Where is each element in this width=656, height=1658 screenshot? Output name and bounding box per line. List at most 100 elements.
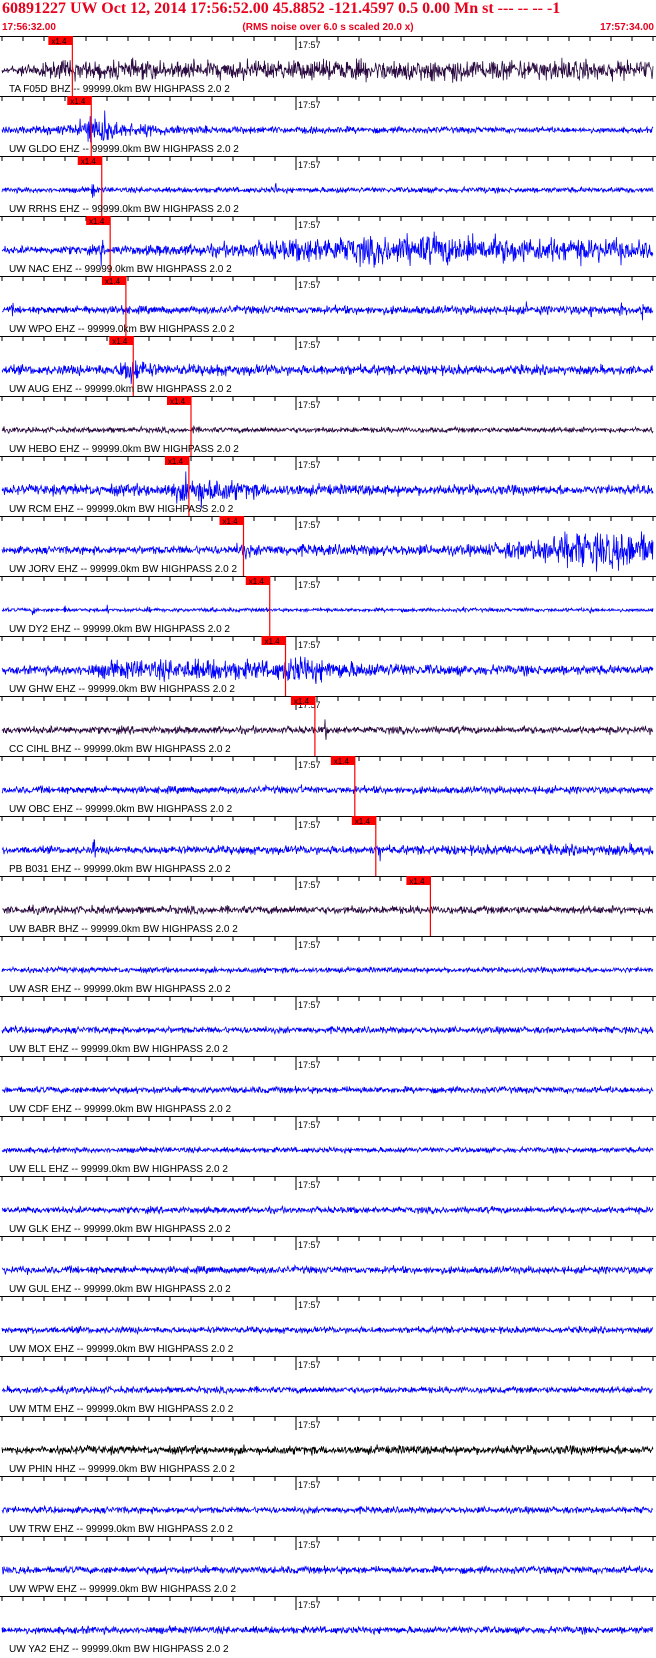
- waveform: [1, 301, 654, 321]
- trace-14: 17:57 x1.4 UW BABR BHZ -- 99999.0km BW HIG…: [0, 876, 656, 936]
- station-label: UW CDF EHZ -- 99999.0km BW HIGHPASS 2.0 …: [9, 1104, 232, 1115]
- trace-13: 17:57 x1.4 PB B031 EHZ -- 99999.0km BW HIG…: [0, 816, 656, 876]
- trace-19: 17:57 UW GLK EHZ -- 99999.0km BW HIGHPASS…: [0, 1176, 656, 1235]
- waveform: [1, 1624, 654, 1636]
- station-label: UW PHIN HHZ -- 99999.0km BW HIGHPASS 2.0…: [9, 1464, 235, 1475]
- trace-11: 17:57x1.4CC CIHL BHZ -- 99999.0km BW HIG…: [0, 696, 656, 756]
- station-label: UW OBC EHZ -- 99999.0km BW HIGHPASS 2.0 …: [9, 804, 233, 815]
- pick-label: x1.4: [409, 877, 425, 886]
- station-label: UW WPW EHZ -- 99999.0km BW HIGHPASS 2.0 …: [9, 1584, 237, 1595]
- trace-6: 17:57 x1.4 UW HEBO EHZ -- 99999.0km BW HIG…: [0, 396, 656, 456]
- pick-label: x1.4: [51, 37, 67, 46]
- trace-2: 17:57 x1.4 UW RRHS EHZ -- 99999.0km BW HIG…: [0, 156, 656, 216]
- station-label: CC CIHL BHZ -- 99999.0km BW HIGHPASS 2.0…: [9, 744, 231, 755]
- waveform: [1, 1264, 654, 1276]
- trace-3: 17:57 x1.4 UW NAC EHZ -- 99999.0km BW HIGH…: [0, 216, 656, 276]
- trace-26: 17:57 UW YA2 EHZ -- 99999.0km BW HIGHPASS…: [0, 1596, 656, 1655]
- station-label: UW DY2 EHZ -- 99999.0km BW HIGHPASS 2.0 …: [9, 624, 230, 635]
- minute-label: 17:57: [298, 1360, 321, 1370]
- waveform: [1, 1025, 654, 1036]
- minute-label: 17:57: [298, 820, 321, 830]
- trace-15: 17:57 UW ASR EHZ -- 99999.0km BW HIGHPASS…: [0, 936, 656, 995]
- station-label: UW MTM EHZ -- 99999.0km BW HIGHPASS 2.0 …: [9, 1404, 234, 1415]
- pick-label: x1.4: [334, 757, 350, 766]
- trace-18: 17:57 UW ELL EHZ -- 99999.0km BW HIGHPASS…: [0, 1116, 656, 1175]
- minute-label: 17:57: [298, 640, 321, 650]
- minute-label: 17:57: [298, 1540, 321, 1550]
- trace-21: 17:57 UW MOX EHZ -- 99999.0km BW HIGHPASS…: [0, 1296, 656, 1355]
- minute-label: 17:57: [298, 160, 321, 170]
- waveform: [1, 1505, 654, 1516]
- minute-label: 17:57: [298, 1420, 321, 1430]
- pick-label: x1.4: [265, 637, 281, 646]
- minute-label: 17:57: [298, 940, 321, 950]
- trace-1: 17:57 x1.4 UW GLDO EHZ -- 99999.0km BW HIG…: [0, 96, 656, 156]
- pick-label: x1.4: [170, 397, 186, 406]
- waveform: [1, 1444, 654, 1456]
- station-label: UW RCM EHZ -- 99999.0km BW HIGHPASS 2.0 …: [9, 504, 234, 515]
- waveform: [1, 57, 654, 83]
- trace-24: 17:57 UW TRW EHZ -- 99999.0km BW HIGHPASS…: [0, 1476, 656, 1535]
- trace-16: 17:57 UW BLT EHZ -- 99999.0km BW HIGHPASS…: [0, 996, 656, 1055]
- waveform: [1, 110, 654, 143]
- minute-label: 17:57: [298, 40, 321, 50]
- waveform: [1, 965, 654, 975]
- pick-label: x1.4: [294, 697, 310, 706]
- pick-label: x1.4: [355, 817, 371, 826]
- waveform: [1, 719, 654, 740]
- pick-label: x1.4: [168, 457, 184, 466]
- station-label: UW HEBO EHZ -- 99999.0km BW HIGHPASS 2.0…: [9, 444, 239, 455]
- minute-label: 17:57: [298, 1240, 321, 1250]
- waveform: [1, 1205, 654, 1215]
- station-label: UW WPO EHZ -- 99999.0km BW HIGHPASS 2.0 …: [9, 324, 235, 335]
- trace-0: 17:57 x1.4 TA F05D BHZ -- 99999.0km BW HIG…: [0, 36, 656, 96]
- minute-label: 17:57: [298, 100, 321, 110]
- station-label: UW AUG EHZ -- 99999.0km BW HIGHPASS 2.0 …: [9, 384, 232, 395]
- trace-17: 17:57 UW CDF EHZ -- 99999.0km BW HIGHPASS…: [0, 1056, 656, 1115]
- station-label: UW GLDO EHZ -- 99999.0km BW HIGHPASS 2.0…: [9, 144, 239, 155]
- trace-10: 17:57 x1.4 UW GHW EHZ -- 99999.0km BW HIGH…: [0, 636, 656, 696]
- minute-label: 17:57: [298, 400, 321, 410]
- waveform: [1, 604, 654, 616]
- station-label: UW ASR EHZ -- 99999.0km BW HIGHPASS 2.0 …: [9, 984, 231, 995]
- waveform: [1, 1085, 654, 1095]
- waveform: [1, 1325, 654, 1336]
- minute-label: 17:57: [298, 1180, 321, 1190]
- trace-8: 17:57 x1.4 UW JORV EHZ -- 99999.0km BW HIG…: [0, 516, 656, 576]
- station-label: UW BABR BHZ -- 99999.0km BW HIGHPASS 2.0…: [9, 924, 238, 935]
- station-label: UW RRHS EHZ -- 99999.0km BW HIGHPASS 2.0…: [9, 204, 239, 215]
- minute-label: 17:57: [298, 1000, 321, 1010]
- waveform: [1, 360, 654, 385]
- minute-label: 17:57: [298, 220, 321, 230]
- minute-label: 17:57: [298, 340, 321, 350]
- minute-label: 17:57: [298, 1120, 321, 1130]
- station-label: PB B031 EHZ -- 99999.0km BW HIGHPASS 2.0…: [9, 864, 231, 875]
- pick-label: x1.4: [112, 337, 128, 346]
- minute-label: 17:57: [298, 1300, 321, 1310]
- waveform: [1, 839, 654, 862]
- station-label: TA F05D BHZ -- 99999.0km BW HIGHPASS 2.0…: [9, 84, 230, 95]
- pick-label: x1.4: [249, 577, 265, 586]
- pick-label: x1.4: [89, 217, 105, 226]
- waveform: [1, 1385, 653, 1396]
- trace-25: 17:57 UW WPW EHZ -- 99999.0km BW HIGHPASS…: [0, 1536, 656, 1595]
- minute-label: 17:57: [298, 1480, 321, 1490]
- pick-label: x1.4: [223, 517, 239, 526]
- minute-label: 17:57: [298, 580, 321, 590]
- station-label: UW GUL EHZ -- 99999.0km BW HIGHPASS 2.0 …: [9, 1284, 231, 1295]
- seismogram-plot: 17:57 x1.4 TA F05D BHZ -- 99999.0km BW HIG…: [0, 36, 656, 1655]
- waveform: [1, 231, 654, 268]
- trace-20: 17:57 UW GUL EHZ -- 99999.0km BW HIGHPASS…: [0, 1236, 656, 1295]
- pick-label: x1.4: [70, 97, 86, 106]
- trace-22: 17:57 UW MTM EHZ -- 99999.0km BW HIGHPASS…: [0, 1356, 656, 1415]
- station-label: UW BLT EHZ -- 99999.0km BW HIGHPASS 2.0 …: [9, 1044, 228, 1055]
- minute-label: 17:57: [298, 760, 321, 770]
- minute-label: 17:57: [298, 1600, 321, 1610]
- station-label: UW TRW EHZ -- 99999.0km BW HIGHPASS 2.0 …: [9, 1524, 233, 1535]
- pick-label: x1.4: [105, 277, 121, 286]
- station-label: UW GHW EHZ -- 99999.0km BW HIGHPASS 2.0 …: [9, 684, 235, 695]
- waveform: [1, 183, 654, 198]
- station-label: UW JORV EHZ -- 99999.0km BW HIGHPASS 2.0…: [9, 564, 237, 575]
- trace-12: 17:57 x1.4 UW OBC EHZ -- 99999.0km BW HIGH…: [0, 756, 656, 816]
- station-label: UW YA2 EHZ -- 99999.0km BW HIGHPASS 2.0 …: [9, 1644, 229, 1655]
